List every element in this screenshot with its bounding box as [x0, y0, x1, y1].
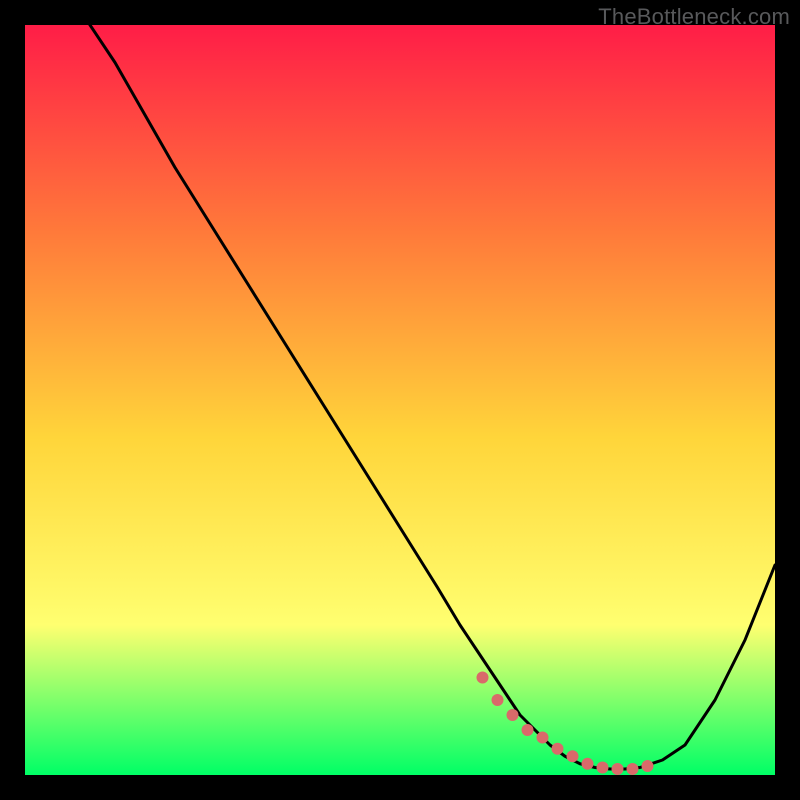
marker-point — [507, 709, 519, 721]
marker-point — [642, 760, 654, 772]
watermark-text: TheBottleneck.com — [598, 4, 790, 30]
marker-point — [627, 763, 639, 775]
marker-point — [567, 750, 579, 762]
chart-container: TheBottleneck.com — [0, 0, 800, 800]
gradient-background — [25, 25, 775, 775]
marker-point — [612, 763, 624, 775]
marker-point — [492, 694, 504, 706]
marker-point — [537, 732, 549, 744]
marker-point — [552, 743, 564, 755]
plot-area — [25, 25, 775, 775]
marker-point — [597, 762, 609, 774]
chart-svg — [25, 25, 775, 775]
marker-point — [522, 724, 534, 736]
marker-point — [582, 758, 594, 770]
marker-point — [477, 672, 489, 684]
